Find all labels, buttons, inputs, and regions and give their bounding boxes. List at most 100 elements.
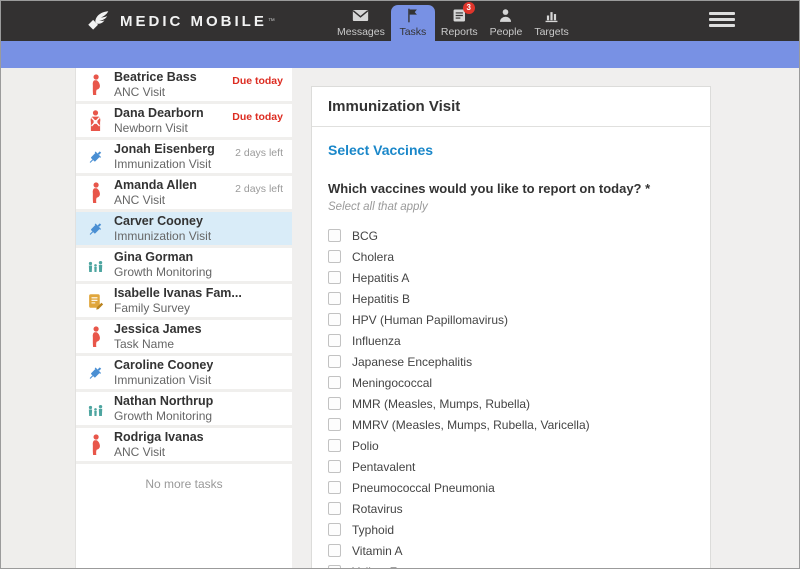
task-contact-name: Isabelle Ivanas Fam...	[114, 285, 242, 301]
card-header: Immunization Visit	[312, 87, 710, 127]
vaccine-option[interactable]: MMR (Measles, Mumps, Rubella)	[328, 393, 694, 414]
task-type-label: ANC Visit	[114, 445, 204, 461]
task-list-item[interactable]: Carver CooneyImmunization Visit	[76, 212, 292, 248]
vaccine-option[interactable]: HPV (Human Papillomavirus)	[328, 309, 694, 330]
family-icon	[85, 254, 105, 276]
task-type-label: Growth Monitoring	[114, 409, 213, 425]
task-contact-name: Amanda Allen	[114, 177, 197, 193]
vaccine-label: Meningococcal	[352, 376, 432, 390]
task-list-item[interactable]: Jonah EisenbergImmunization Visit2 days …	[76, 140, 292, 176]
vaccine-option[interactable]: Rotavirus	[328, 498, 694, 519]
pregnant-woman-icon	[85, 326, 105, 348]
vaccine-option[interactable]: Influenza	[328, 330, 694, 351]
task-contact-name: Carver Cooney	[114, 213, 211, 229]
vaccine-option[interactable]: Hepatitis A	[328, 267, 694, 288]
pregnant-woman-icon	[85, 182, 105, 204]
envelope-icon	[352, 7, 369, 24]
checkbox[interactable]	[328, 565, 341, 569]
task-contact-name: Jessica James	[114, 321, 202, 337]
page-title: Immunization Visit	[328, 98, 694, 115]
left-gutter	[1, 68, 76, 569]
task-due-label: Due today	[232, 75, 283, 87]
checkbox[interactable]	[328, 313, 341, 326]
task-type-label: ANC Visit	[114, 193, 197, 209]
tab-label: Messages	[337, 26, 385, 38]
task-list-item[interactable]: Dana DearbornNewborn VisitDue today	[76, 104, 292, 140]
vaccine-option[interactable]: Polio	[328, 435, 694, 456]
task-list-item[interactable]: Gina GormanGrowth Monitoring	[76, 248, 292, 284]
vaccine-option[interactable]: BCG	[328, 225, 694, 246]
checkbox[interactable]	[328, 544, 341, 557]
checkbox[interactable]	[328, 481, 341, 494]
tab-reports[interactable]: 3Reports	[435, 1, 484, 41]
tab-targets[interactable]: Targets	[528, 1, 574, 41]
app-window: MEDIC MOBILE ™ MessagesTasks3ReportsPeop…	[0, 0, 800, 569]
checkbox[interactable]	[328, 502, 341, 515]
checkbox[interactable]	[328, 460, 341, 473]
content-area: Beatrice BassANC VisitDue todayDana Dear…	[1, 68, 799, 569]
task-due-label: 2 days left	[235, 147, 283, 159]
checkbox[interactable]	[328, 397, 341, 410]
checkbox[interactable]	[328, 334, 341, 347]
task-list-item[interactable]: Nathan NorthrupGrowth Monitoring	[76, 392, 292, 428]
task-type-label: Immunization Visit	[114, 373, 213, 389]
card-body: Select Vaccines Which vaccines would you…	[312, 127, 710, 569]
family-icon	[85, 398, 105, 420]
vaccine-checkbox-list: BCG CholeraHepatitis AHepatitis BHPV (Hum…	[328, 225, 694, 569]
tab-label: People	[490, 26, 523, 38]
vaccine-option[interactable]: MMRV (Measles, Mumps, Rubella, Varicella…	[328, 414, 694, 435]
task-type-label: ANC Visit	[114, 85, 197, 101]
vaccine-option[interactable]: Pneumococcal Pneumonia	[328, 477, 694, 498]
syringe-icon	[85, 146, 105, 168]
checkbox[interactable]	[328, 418, 341, 431]
task-due-label: Due today	[232, 111, 283, 123]
task-list-item[interactable]: Beatrice BassANC VisitDue today	[76, 68, 292, 104]
task-type-label: Task Name	[114, 337, 202, 353]
task-list-item[interactable]: Caroline CooneyImmunization Visit	[76, 356, 292, 392]
vaccine-label: Typhoid	[352, 523, 394, 537]
tab-people[interactable]: People	[484, 1, 529, 41]
vaccine-option[interactable]: Hepatitis B	[328, 288, 694, 309]
task-list-item[interactable]: Isabelle Ivanas Fam...Family Survey	[76, 284, 292, 320]
checkbox[interactable]	[328, 439, 341, 452]
checkbox[interactable]	[328, 271, 341, 284]
hamburger-menu-icon[interactable]	[709, 12, 735, 30]
vaccine-option[interactable]: Cholera	[328, 246, 694, 267]
task-list-item[interactable]: Amanda AllenANC Visit2 days left	[76, 176, 292, 212]
vaccine-label: MMR (Measles, Mumps, Rubella)	[352, 397, 530, 411]
vaccine-option[interactable]: Vitamin A	[328, 540, 694, 561]
task-list-item[interactable]: Jessica JamesTask Name	[76, 320, 292, 356]
tab-messages[interactable]: Messages	[331, 1, 391, 41]
vaccine-label: BCG	[352, 229, 378, 243]
vaccine-option[interactable]: Japanese Encephalitis	[328, 351, 694, 372]
syringe-icon	[85, 362, 105, 384]
medic-mobile-logo-icon	[85, 8, 111, 34]
checkbox[interactable]	[328, 250, 341, 263]
task-list-item[interactable]: Rodriga IvanasANC Visit	[76, 428, 292, 464]
form-hint: Select all that apply	[328, 201, 694, 213]
vaccine-label: Influenza	[352, 334, 401, 348]
checkbox[interactable]	[328, 355, 341, 368]
vaccine-option[interactable]: Yellow Fever	[328, 561, 694, 569]
checkbox[interactable]	[328, 229, 341, 242]
vaccine-option[interactable]: Typhoid	[328, 519, 694, 540]
task-contact-name: Nathan Northrup	[114, 393, 213, 409]
task-type-label: Immunization Visit	[114, 229, 211, 245]
vaccine-label: Yellow Fever	[352, 565, 420, 569]
tab-label: Tasks	[399, 26, 426, 38]
task-contact-name: Dana Dearborn	[114, 105, 204, 121]
vaccine-label: Vitamin A	[352, 544, 402, 558]
task-type-label: Growth Monitoring	[114, 265, 212, 281]
tab-tasks[interactable]: Tasks	[391, 5, 435, 41]
task-contact-name: Rodriga Ivanas	[114, 429, 204, 445]
vaccine-label: Japanese Encephalitis	[352, 355, 472, 369]
vaccine-option[interactable]: Meningococcal	[328, 372, 694, 393]
vaccine-label: MMRV (Measles, Mumps, Rubella, Varicella…	[352, 418, 590, 432]
checkbox[interactable]	[328, 376, 341, 389]
mother-baby-icon	[85, 110, 105, 132]
logo-trademark: ™	[268, 18, 275, 25]
checkbox[interactable]	[328, 292, 341, 305]
syringe-icon	[85, 218, 105, 240]
checkbox[interactable]	[328, 523, 341, 536]
vaccine-option[interactable]: Pentavalent	[328, 456, 694, 477]
